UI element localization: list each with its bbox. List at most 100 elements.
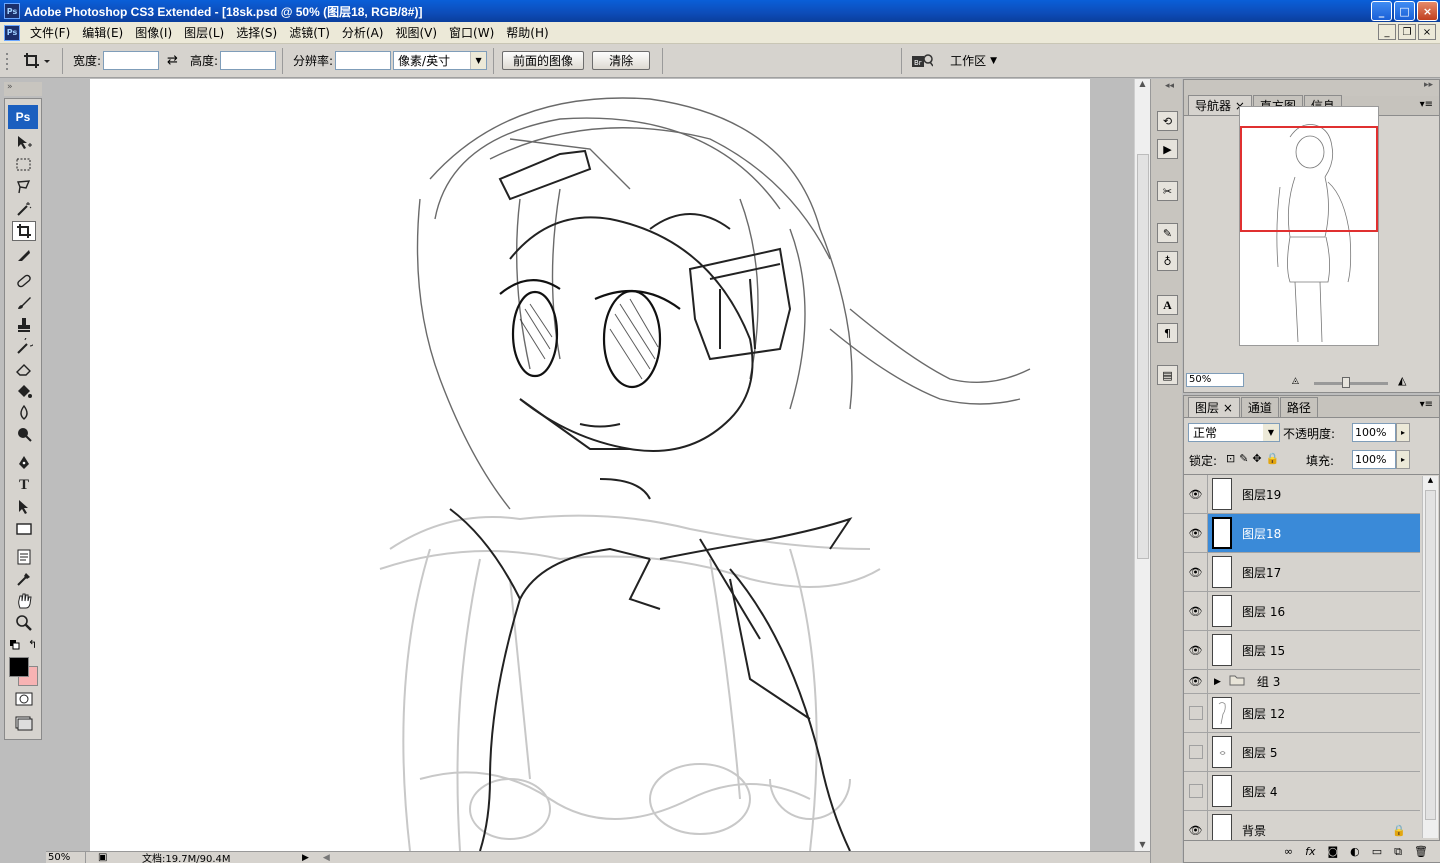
menu-file[interactable]: 文件(F) xyxy=(24,24,76,41)
bridge-icon[interactable]: Br xyxy=(908,51,936,71)
new-group-icon[interactable]: ▭ xyxy=(1372,845,1382,858)
pen-tool-icon[interactable] xyxy=(12,453,36,473)
tab-paths[interactable]: 路径 xyxy=(1279,397,1318,417)
visibility-toggle[interactable] xyxy=(1184,733,1208,771)
menu-help[interactable]: 帮助(H) xyxy=(500,24,554,41)
crop-tool-preset-icon[interactable] xyxy=(22,49,56,73)
visibility-eye-icon[interactable]: 👁 xyxy=(1184,514,1208,552)
swap-icon[interactable]: ⇄ xyxy=(167,53,178,68)
layer-row[interactable]: 👁 图层19 xyxy=(1184,475,1420,514)
swap-colors-icon[interactable]: ↰ xyxy=(28,638,37,651)
layer-row[interactable]: 👁 图层 16 xyxy=(1184,592,1420,631)
eyedropper-icon[interactable] xyxy=(12,569,36,589)
character-panel-icon[interactable]: A xyxy=(1157,295,1178,315)
screen-mode-icon[interactable] xyxy=(12,713,36,733)
crop-tool-icon[interactable] xyxy=(12,221,36,241)
clone-source-icon[interactable]: ♁ xyxy=(1157,251,1178,271)
scroll-down-icon[interactable]: ▼ xyxy=(1135,840,1150,849)
scroll-left-icon[interactable]: ◀ xyxy=(323,853,330,863)
status-menu-icon[interactable]: ▶ xyxy=(302,853,309,863)
tool-presets-icon[interactable]: ✂ xyxy=(1157,181,1178,201)
minimize-button[interactable]: _ xyxy=(1371,1,1392,21)
magic-wand-icon[interactable] xyxy=(12,199,36,219)
adjustment-layer-icon[interactable]: ◐ xyxy=(1350,845,1360,858)
visibility-toggle[interactable] xyxy=(1184,694,1208,732)
doc-minimize-button[interactable]: _ xyxy=(1378,24,1396,40)
front-image-button[interactable]: 前面的图像 xyxy=(502,51,585,70)
zoom-slider[interactable] xyxy=(1314,382,1388,385)
history-brush-icon[interactable] xyxy=(12,337,36,357)
hand-tool-icon[interactable] xyxy=(12,591,36,611)
visibility-eye-icon[interactable]: 👁 xyxy=(1184,631,1208,669)
toolbox-header[interactable]: » xyxy=(4,82,42,96)
layers-scrollbar[interactable]: ▲ xyxy=(1422,476,1438,838)
layer-row[interactable]: 👁 背景 🔒 xyxy=(1184,811,1420,840)
default-colors-icon[interactable] xyxy=(10,639,20,650)
link-layers-icon[interactable]: ∞ xyxy=(1284,845,1293,858)
height-input[interactable] xyxy=(220,51,276,70)
quick-mask-icon[interactable] xyxy=(12,689,36,709)
navigator-dock-header[interactable]: ▸▸ xyxy=(1184,80,1439,96)
opacity-input[interactable]: 100% xyxy=(1352,423,1396,442)
menu-view[interactable]: 视图(V) xyxy=(389,24,443,41)
lock-options-icons[interactable]: ⊡✎✥🔒 xyxy=(1226,452,1283,465)
marquee-tool-icon[interactable] xyxy=(12,155,36,175)
zoom-out-icon[interactable]: ◬ xyxy=(1292,376,1299,386)
scrollbar-thumb[interactable] xyxy=(1137,154,1149,559)
menu-window[interactable]: 窗口(W) xyxy=(443,24,500,41)
visibility-eye-icon[interactable]: 👁 xyxy=(1184,475,1208,513)
blend-mode-select[interactable]: 正常 ▼ xyxy=(1188,423,1280,442)
zoom-tool-icon[interactable] xyxy=(12,613,36,633)
path-selection-icon[interactable] xyxy=(12,497,36,517)
resolution-unit-select[interactable]: 像素/英寸 ▼ xyxy=(393,51,488,70)
layer-row[interactable]: 图层 5 xyxy=(1184,733,1420,772)
dock-collapse-icon[interactable]: ◂◂ xyxy=(1151,79,1182,91)
fill-input[interactable]: 100% xyxy=(1352,450,1396,469)
ps-badge[interactable]: Ps xyxy=(8,105,38,129)
scroll-up-icon[interactable]: ▲ xyxy=(1135,79,1150,88)
tab-layers[interactable]: 图层 × xyxy=(1188,397,1240,417)
rectangle-tool-icon[interactable] xyxy=(12,519,36,539)
canvas-vertical-scrollbar[interactable]: ▲ ▼ xyxy=(1134,79,1150,851)
layer-row-selected[interactable]: 👁 图层18 xyxy=(1184,514,1420,553)
doc-close-button[interactable]: × xyxy=(1418,24,1436,40)
new-layer-icon[interactable]: ⧉ xyxy=(1394,845,1402,859)
menu-select[interactable]: 选择(S) xyxy=(230,24,283,41)
clear-button[interactable]: 清除 xyxy=(592,51,651,70)
layers-scroll-thumb[interactable] xyxy=(1425,490,1436,820)
workspace-menu[interactable]: 工作区 xyxy=(950,52,986,69)
menu-image[interactable]: 图像(I) xyxy=(129,24,178,41)
visibility-eye-icon[interactable]: 👁 xyxy=(1184,553,1208,591)
expand-group-icon[interactable]: ▶ xyxy=(1214,677,1221,687)
blur-tool-icon[interactable] xyxy=(12,403,36,423)
close-button[interactable]: × xyxy=(1417,1,1438,21)
zoom-slider-thumb[interactable] xyxy=(1342,377,1350,388)
navigator-view-box[interactable] xyxy=(1240,126,1378,232)
opacity-arrow-icon[interactable]: ▸ xyxy=(1396,423,1410,442)
lasso-tool-icon[interactable] xyxy=(12,177,36,197)
layers-panel-menu-icon[interactable]: ▾≡ xyxy=(1420,399,1433,410)
visibility-eye-icon[interactable]: 👁 xyxy=(1184,670,1208,693)
paint-bucket-icon[interactable] xyxy=(12,381,36,401)
tab-channels[interactable]: 通道 xyxy=(1240,397,1279,417)
actions-panel-icon[interactable]: ▶ xyxy=(1157,139,1178,159)
eraser-tool-icon[interactable] xyxy=(12,359,36,379)
document-canvas[interactable] xyxy=(90,79,1090,851)
foreground-color-swatch[interactable] xyxy=(9,657,29,677)
type-tool-icon[interactable]: T xyxy=(12,475,36,495)
visibility-toggle[interactable] xyxy=(1184,772,1208,810)
layer-style-icon[interactable]: fx xyxy=(1305,845,1315,858)
layer-group-row[interactable]: 👁 ▶ 组 3 xyxy=(1184,670,1420,694)
trash-icon[interactable]: 🗑 xyxy=(1414,845,1428,858)
menu-filter[interactable]: 滤镜(T) xyxy=(283,24,336,41)
notes-tool-icon[interactable] xyxy=(12,547,36,567)
resolution-input[interactable] xyxy=(335,51,392,70)
maximize-button[interactable]: □ xyxy=(1394,1,1415,21)
brushes-panel-icon[interactable]: ✎ xyxy=(1157,223,1178,243)
healing-brush-icon[interactable] xyxy=(12,271,36,291)
zoom-level[interactable]: 50% xyxy=(46,852,86,863)
move-tool-icon[interactable] xyxy=(12,133,36,153)
layer-row[interactable]: 👁 图层17 xyxy=(1184,553,1420,592)
visibility-eye-icon[interactable]: 👁 xyxy=(1184,811,1208,840)
layer-row[interactable]: 图层 12 xyxy=(1184,694,1420,733)
